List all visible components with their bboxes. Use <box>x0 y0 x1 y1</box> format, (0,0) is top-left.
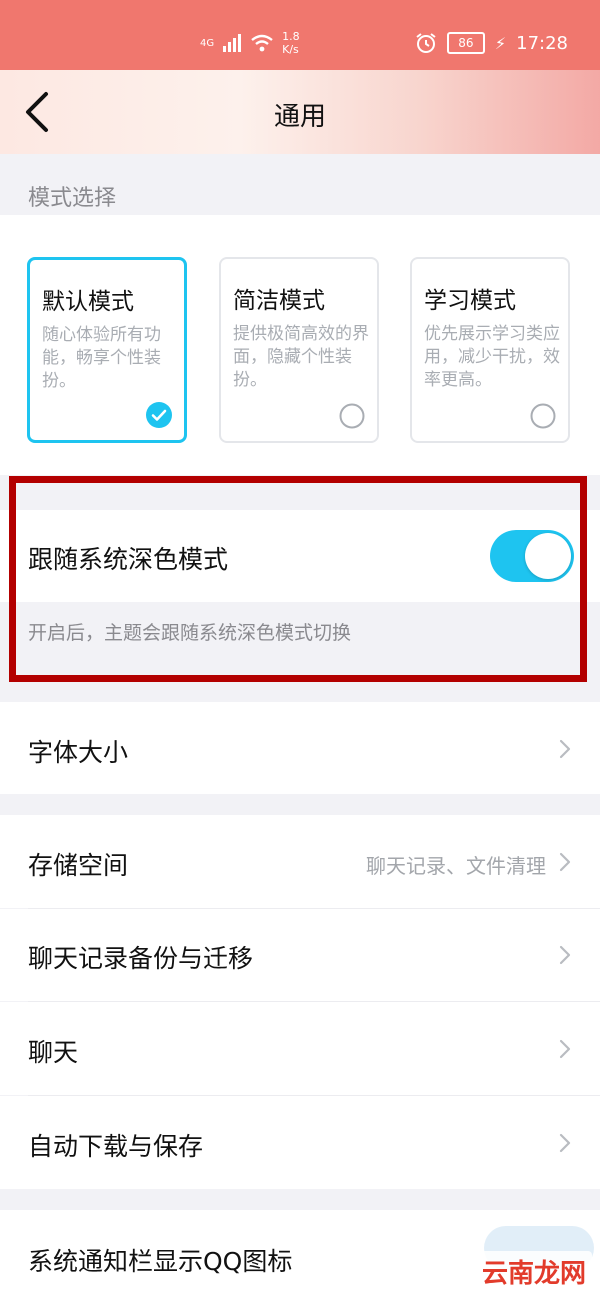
mode-title: 学习模式 <box>424 288 516 314</box>
storage-label: 存储空间 <box>28 851 129 880</box>
chevron-right-icon <box>559 852 571 872</box>
status-network-group: 4G 1.8 K/s <box>200 30 300 56</box>
mode-description: 提供极简高效的界面，隐藏个性装扮。 <box>233 324 369 390</box>
chat-label: 聊天 <box>28 1038 79 1067</box>
clock: 17:28 <box>516 32 568 54</box>
chevron-right-icon <box>559 1133 571 1153</box>
radio-empty-icon <box>339 403 365 429</box>
network-speed: 1.8 K/s <box>282 30 300 56</box>
auto-download-label: 自动下载与保存 <box>28 1132 204 1161</box>
chevron-right-icon <box>559 1039 571 1059</box>
watermark-text: 云南龙网 <box>475 1251 592 1292</box>
speed-value: 1.8 <box>282 30 300 43</box>
mode-section-header: 模式选择 <box>28 186 117 211</box>
chevron-right-icon <box>559 945 571 965</box>
mode-card-study[interactable]: 学习模式 优先展示学习类应用，减少干扰，效率更高。 <box>410 257 570 443</box>
check-circle-icon <box>146 402 172 428</box>
charging-icon: ⚡ <box>494 33 507 53</box>
font-size-row[interactable]: 字体大小 <box>0 702 600 794</box>
status-bar: 4G 1.8 K/s 86 ⚡ 17:28 <box>0 0 600 70</box>
wifi-icon <box>251 34 273 52</box>
page-title: 通用 <box>273 102 326 132</box>
mode-title: 默认模式 <box>42 289 134 315</box>
chat-backup-row[interactable]: 聊天记录备份与迁移 <box>0 909 600 1001</box>
mode-card-simple[interactable]: 简洁模式 提供极简高效的界面，隐藏个性装扮。 <box>219 257 379 443</box>
storage-subtitle: 聊天记录、文件清理 <box>366 854 546 878</box>
speed-unit: K/s <box>282 43 299 56</box>
chevron-right-icon <box>559 739 571 759</box>
mode-card-default[interactable]: 默认模式 随心体验所有功能，畅享个性装扮。 <box>27 257 187 443</box>
status-right-group: 86 ⚡ 17:28 <box>415 32 568 54</box>
chat-row[interactable]: 聊天 <box>0 1002 600 1095</box>
chat-backup-label: 聊天记录备份与迁移 <box>28 944 254 973</box>
network-type: 4G <box>200 37 215 49</box>
mode-panel: 默认模式 随心体验所有功能，畅享个性装扮。 简洁模式 提供极简高效的界面，隐藏个… <box>0 215 600 475</box>
mode-description: 优先展示学习类应用，减少干扰，效率更高。 <box>424 324 560 390</box>
auto-download-row[interactable]: 自动下载与保存 <box>0 1096 600 1189</box>
alarm-icon <box>416 33 436 53</box>
highlight-box <box>9 476 587 682</box>
battery-level: 86 <box>446 32 485 54</box>
navigation-bar: 通用 <box>0 70 600 154</box>
signal-icon <box>223 34 242 52</box>
font-size-label: 字体大小 <box>28 738 129 767</box>
mode-title: 简洁模式 <box>233 288 325 314</box>
radio-empty-icon <box>530 403 556 429</box>
storage-row[interactable]: 存储空间 聊天记录、文件清理 <box>0 815 600 908</box>
notify-icon-label: 系统通知栏显示QQ图标 <box>28 1247 293 1276</box>
mode-description: 随心体验所有功能，畅享个性装扮。 <box>42 325 161 391</box>
